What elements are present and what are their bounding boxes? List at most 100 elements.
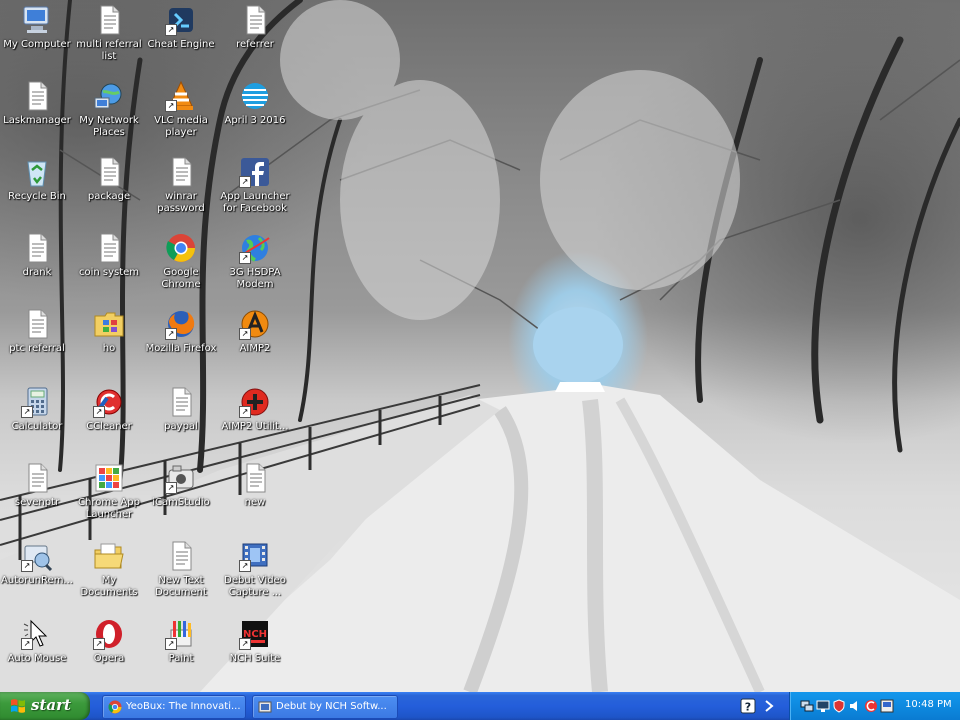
shortcut-arrow-icon: ↗ (165, 100, 177, 112)
desktop-icon[interactable]: ↗ Cheat Engine (144, 4, 218, 51)
desktop-icon[interactable]: ↗ Auto Mouse (0, 618, 74, 665)
desktop-icon[interactable]: My Network Places (72, 80, 146, 139)
shortcut-arrow-icon: ↗ (165, 482, 177, 494)
shortcut-arrow-icon: ↗ (239, 638, 251, 650)
calculator-icon: ↗ (21, 386, 53, 418)
facebook-icon: ↗ (239, 156, 271, 188)
mouse-cursor-icon: ↗ (21, 618, 53, 650)
text-file-icon (21, 80, 53, 112)
shortcut-arrow-icon: ↗ (93, 638, 105, 650)
my-computer-icon (21, 4, 53, 36)
shortcut-arrow-icon: ↗ (21, 638, 33, 650)
desktop-icon[interactable]: ↗ 3G HSDPA Modem (218, 232, 292, 291)
desktop-icon[interactable]: ↗ iCamStudio (144, 462, 218, 509)
debut-window-icon (258, 701, 272, 713)
aimp-utility-icon: ↗ (239, 386, 271, 418)
desktop-icon[interactable]: ↗ Debut Video Capture ... (218, 540, 292, 599)
text-file-icon (165, 156, 197, 188)
desktop-icon[interactable]: ↗ AutorunRem... (0, 540, 74, 587)
text-file-icon (239, 4, 271, 36)
ccleaner-tray-icon[interactable] (864, 699, 878, 713)
desktop-icon[interactable]: ↗ AIMP2 Utilit... (218, 386, 292, 433)
shield-icon[interactable] (832, 699, 846, 713)
shortcut-arrow-icon: ↗ (239, 252, 251, 264)
att-icon (239, 80, 271, 112)
taskbar-button-label: YeoBux: The Innovati... (126, 701, 241, 712)
shortcut-arrow-icon: ↗ (165, 638, 177, 650)
shortcut-arrow-icon: ↗ (21, 560, 33, 572)
text-file-icon (165, 386, 197, 418)
desktop-icon[interactable]: ↗ Mozilla Firefox (144, 308, 218, 355)
cheat-engine-icon: ↗ (165, 4, 197, 36)
desktop-icon[interactable]: ↗ VLC media player (144, 80, 218, 139)
desktop-icon[interactable]: Google Chrome (144, 232, 218, 291)
network-icon[interactable] (800, 699, 814, 713)
desktop-icon[interactable]: ↗ App Launcher for Facebook (218, 156, 292, 215)
chrome-icon (108, 700, 122, 714)
text-file-icon (93, 4, 125, 36)
desktop-icon[interactable]: ↗ Calculator (0, 386, 74, 433)
desktop[interactable]: My Computer Laskmanager Recycle Bin dran… (0, 0, 960, 692)
desktop-icon[interactable]: new (218, 462, 292, 509)
text-file-icon (93, 156, 125, 188)
shortcut-arrow-icon: ↗ (239, 406, 251, 418)
monitor-icon[interactable] (816, 699, 830, 713)
taskbar-button-debut[interactable]: Debut by NCH Softw... (252, 695, 398, 719)
desktop-icon[interactable]: package (72, 156, 146, 203)
desktop-icon[interactable]: winrar password (144, 156, 218, 215)
network-places-icon (93, 80, 125, 112)
shortcut-arrow-icon: ↗ (21, 406, 33, 418)
debut-icon: ↗ (239, 540, 271, 572)
aimp-icon: ↗ (239, 308, 271, 340)
text-file-icon (21, 462, 53, 494)
desktop-icon[interactable]: ptc referral (0, 308, 74, 355)
text-file-icon (21, 232, 53, 264)
desktop-icon[interactable]: Laskmanager (0, 80, 74, 127)
autorun-remover-icon: ↗ (21, 540, 53, 572)
desktop-icon[interactable]: coin system (72, 232, 146, 279)
svg-text:?: ? (745, 701, 751, 714)
shortcut-arrow-icon: ↗ (239, 328, 251, 340)
system-tray: 10:48 PM (789, 692, 960, 720)
modem-globe-icon: ↗ (239, 232, 271, 264)
desktop-icon[interactable]: ↗ Opera (72, 618, 146, 665)
vlc-icon: ↗ (165, 80, 197, 112)
shortcut-arrow-icon: ↗ (165, 328, 177, 340)
volume-icon[interactable] (848, 699, 862, 713)
desktop-icon[interactable]: NCH ↗ NCH Suite (218, 618, 292, 665)
shortcut-arrow-icon: ↗ (93, 406, 105, 418)
desktop-icon[interactable]: sevenptr (0, 462, 74, 509)
desktop-icon[interactable]: ↗ AIMP2 (218, 308, 292, 355)
nch-icon: NCH ↗ (239, 618, 271, 650)
taskbar: start YeoBux: The Innovati... Debut by N… (0, 692, 960, 720)
desktop-icon[interactable]: My Documents (72, 540, 146, 599)
start-label: start (31, 696, 71, 714)
chrome-icon (165, 232, 197, 264)
desktop-icon[interactable]: ho (72, 308, 146, 355)
opera-icon: ↗ (93, 618, 125, 650)
text-file-icon (21, 308, 53, 340)
desktop-icon[interactable]: ↗ CCleaner (72, 386, 146, 433)
desktop-icon[interactable]: paypal (144, 386, 218, 433)
firefox-icon: ↗ (165, 308, 197, 340)
text-file-icon (93, 232, 125, 264)
desktop-icon[interactable]: Chrome App Launcher (72, 462, 146, 521)
paint-icon: ↗ (165, 618, 197, 650)
desktop-icon[interactable]: drank (0, 232, 74, 279)
chevron-icon[interactable] (762, 698, 778, 714)
desktop-icon[interactable]: New Text Document (144, 540, 218, 599)
taskbar-button-chrome[interactable]: YeoBux: The Innovati... (102, 695, 246, 719)
windows-flag-icon (11, 699, 25, 713)
clock[interactable]: 10:48 PM (905, 699, 952, 710)
desktop-icon[interactable]: Recycle Bin (0, 156, 74, 203)
display-settings-icon[interactable] (880, 699, 894, 713)
desktop-icon[interactable]: ↗ Paint (144, 618, 218, 665)
desktop-icon[interactable]: referrer (218, 4, 292, 51)
start-button[interactable]: start (0, 692, 90, 720)
help-icon[interactable]: ? (740, 698, 756, 714)
shortcut-arrow-icon: ↗ (239, 560, 251, 572)
desktop-icon[interactable]: April 3 2016 (218, 80, 292, 127)
desktop-icon[interactable]: My Computer (0, 4, 74, 51)
desktop-icon[interactable]: multi referral list (72, 4, 146, 63)
ccleaner-icon: ↗ (93, 386, 125, 418)
